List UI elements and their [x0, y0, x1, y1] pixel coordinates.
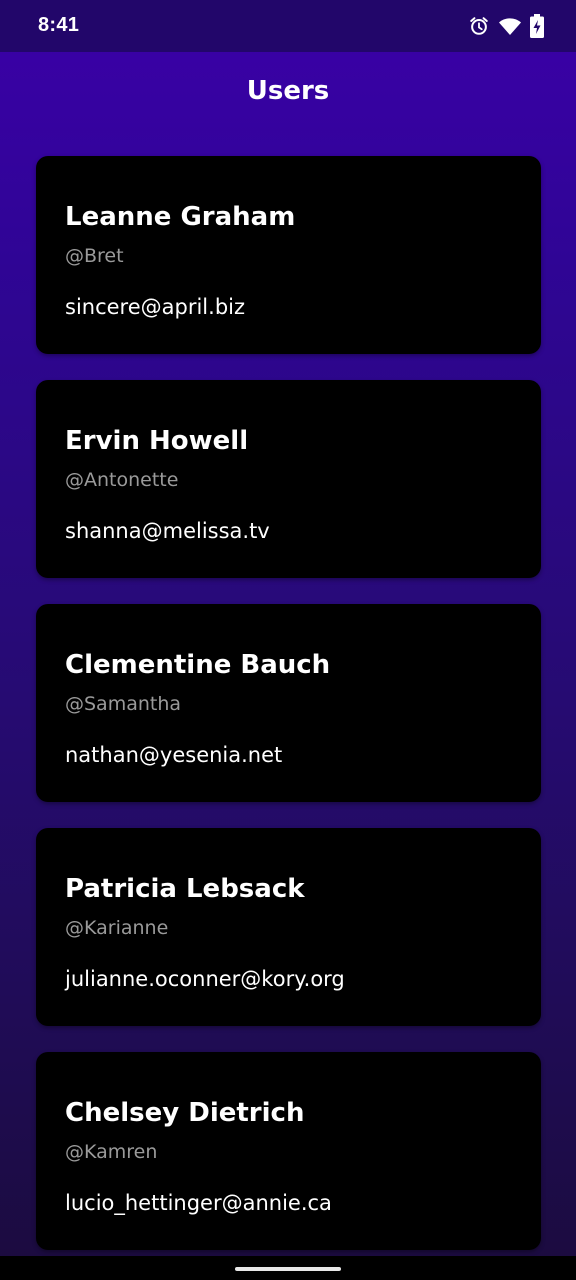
battery-charging-icon	[530, 14, 544, 38]
wifi-icon	[498, 15, 522, 37]
page-title: Users	[246, 76, 330, 106]
user-list: Leanne Graham @Bret sincere@april.biz Er…	[36, 156, 541, 1276]
app-screen: 8:41 Users Leanne Graham @Bret sincere@a…	[0, 0, 576, 1280]
home-indicator[interactable]	[235, 1267, 341, 1271]
user-card[interactable]: Ervin Howell @Antonette shanna@melissa.t…	[36, 380, 541, 578]
user-name: Clementine Bauch	[65, 650, 331, 680]
user-email: nathan@yesenia.net	[65, 743, 283, 767]
user-card[interactable]: Leanne Graham @Bret sincere@april.biz	[36, 156, 541, 354]
status-icons	[468, 14, 544, 38]
user-email: shanna@melissa.tv	[65, 519, 270, 543]
user-card[interactable]: Clementine Bauch @Samantha nathan@yeseni…	[36, 604, 541, 802]
user-card[interactable]: Patricia Lebsack @Karianne julianne.ocon…	[36, 828, 541, 1026]
user-username: @Samantha	[65, 693, 182, 715]
user-username: @Antonette	[65, 469, 179, 491]
user-name: Chelsey Dietrich	[65, 1098, 305, 1128]
user-email: lucio_hettinger@annie.ca	[65, 1191, 332, 1215]
user-name: Patricia Lebsack	[65, 874, 305, 904]
status-time: 8:41	[38, 14, 80, 36]
user-email: julianne.oconner@kory.org	[65, 967, 345, 991]
navigation-bar	[0, 1256, 576, 1280]
status-bar: 8:41	[0, 0, 576, 52]
user-username: @Kamren	[65, 1141, 158, 1163]
user-username: @Karianne	[65, 917, 169, 939]
user-name: Leanne Graham	[65, 202, 296, 232]
user-email: sincere@april.biz	[65, 295, 246, 319]
user-card[interactable]: Chelsey Dietrich @Kamren lucio_hettinger…	[36, 1052, 541, 1250]
user-name: Ervin Howell	[65, 426, 249, 456]
app-header: Users	[0, 52, 576, 136]
alarm-icon	[468, 15, 490, 37]
user-username: @Bret	[65, 245, 124, 267]
